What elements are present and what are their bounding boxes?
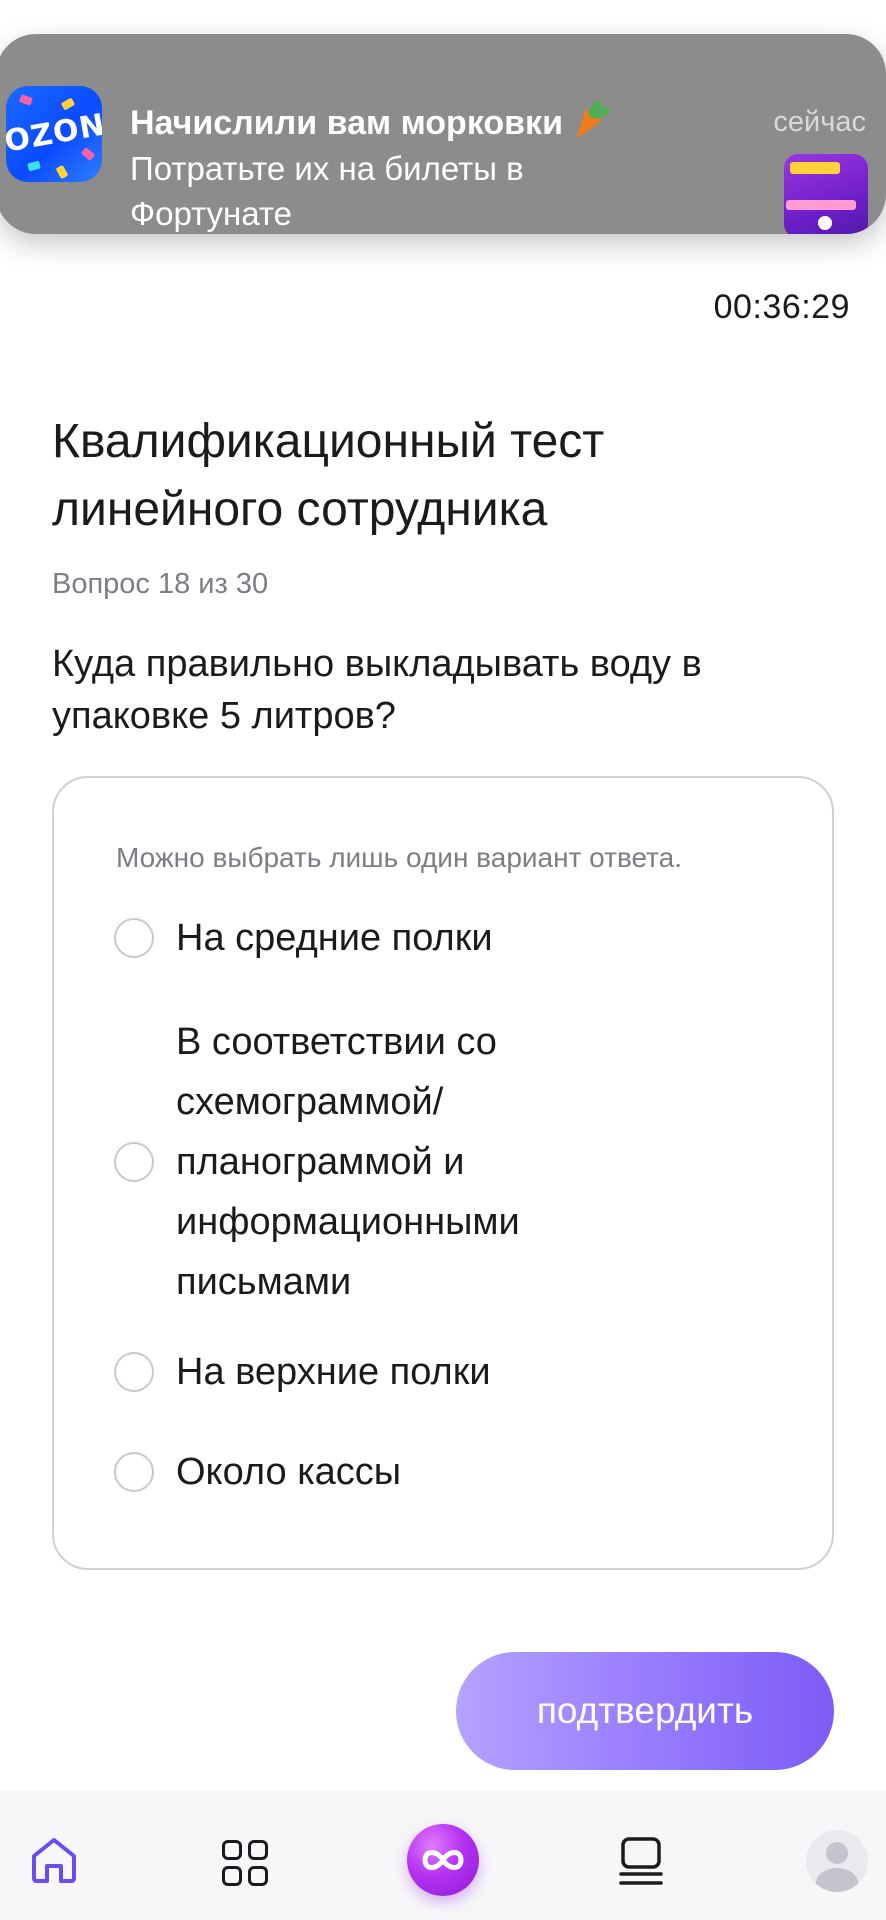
nav-item-home[interactable] bbox=[0, 1790, 110, 1920]
answers-hint: Можно выбрать лишь один вариант ответа. bbox=[116, 842, 683, 873]
quiz-screen: OZON Начислили вам морковки Потратьте их… bbox=[0, 0, 886, 1920]
notification-title: Начислили вам морковки bbox=[130, 99, 611, 146]
answer-option-2[interactable]: В соответствии со схемограммой/ планогра… bbox=[114, 1012, 774, 1312]
quiz-timer: 00:36:29 bbox=[713, 288, 850, 326]
answer-option-4[interactable]: Около кассы bbox=[114, 1442, 774, 1502]
home-icon bbox=[32, 1838, 76, 1883]
ozon-logo-icon: OZON bbox=[6, 86, 102, 182]
push-notification[interactable]: OZON Начислили вам морковки Потратьте их… bbox=[0, 34, 886, 234]
fortunate-promo-thumbnail bbox=[784, 154, 868, 234]
bottom-navigation bbox=[0, 1790, 886, 1920]
answer-option-label: На средние полки bbox=[176, 917, 493, 959]
nav-item-main[interactable] bbox=[390, 1790, 500, 1920]
infinity-logo-icon bbox=[407, 1824, 479, 1896]
notification-body: Потратьте их на билеты в Фортунате bbox=[130, 150, 524, 232]
question-counter: Вопрос 18 из 30 bbox=[52, 568, 269, 600]
catalog-icon bbox=[619, 1837, 663, 1885]
answers-card: Можно выбрать лишь один вариант ответа. … bbox=[52, 776, 834, 1570]
answer-option-label: На верхние полки bbox=[176, 1351, 491, 1393]
notification-time: сейчас bbox=[773, 106, 866, 138]
nav-item-services[interactable] bbox=[192, 1790, 302, 1920]
answer-option-3[interactable]: На верхние полки bbox=[114, 1342, 774, 1402]
radio-button[interactable] bbox=[114, 918, 154, 958]
radio-button[interactable] bbox=[114, 1352, 154, 1392]
answer-option-label: Около кассы bbox=[176, 1451, 402, 1493]
radio-button[interactable] bbox=[114, 1142, 154, 1182]
nav-item-catalog[interactable] bbox=[586, 1790, 696, 1920]
confirm-button[interactable]: подтвердить bbox=[456, 1652, 834, 1770]
nav-item-profile[interactable] bbox=[786, 1790, 886, 1920]
page-title: Квалификационный тест линейного сотрудни… bbox=[52, 415, 605, 536]
answer-option-1[interactable]: На средние полки bbox=[114, 908, 774, 968]
radio-button[interactable] bbox=[114, 1452, 154, 1492]
avatar-icon bbox=[806, 1830, 868, 1892]
carrot-icon bbox=[568, 99, 611, 146]
grid-icon bbox=[222, 1840, 270, 1888]
answer-option-label: В соответствии со схемограммой/ планогра… bbox=[176, 1021, 520, 1303]
question-text: Куда правильно выкладывать воду в упаков… bbox=[52, 643, 702, 737]
